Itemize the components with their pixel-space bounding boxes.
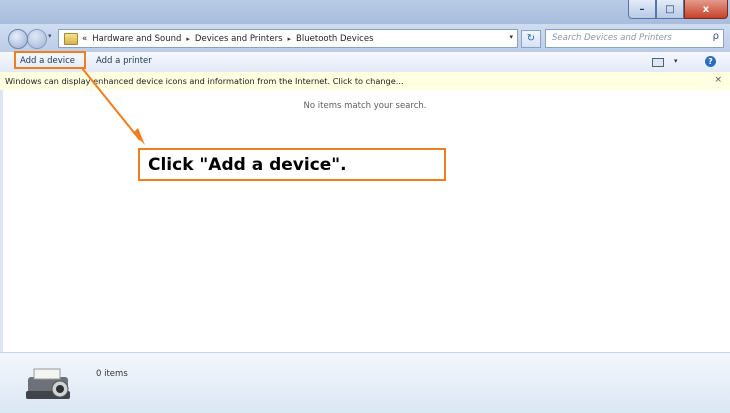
annotation-text: Click "Add a device". <box>148 155 347 175</box>
breadcrumb-overflow[interactable]: « <box>82 34 87 44</box>
minimize-button[interactable]: – <box>628 0 656 19</box>
view-options-dropdown-icon[interactable]: ▾ <box>674 57 678 65</box>
window-controls: – □ x <box>628 0 728 20</box>
help-icon[interactable]: ? <box>705 56 716 67</box>
chevron-right-icon[interactable]: ▸ <box>288 35 292 43</box>
breadcrumb-devices-and-printers[interactable]: Devices and Printers <box>195 34 283 44</box>
navigation-pane-edge <box>0 90 3 352</box>
item-count: 0 items <box>96 369 128 379</box>
info-bar[interactable]: Windows can display enhanced device icon… <box>0 72 730 91</box>
forward-button[interactable] <box>27 29 47 49</box>
address-row: ▾ « Hardware and Sound ▸ Devices and Pri… <box>0 24 730 52</box>
close-button[interactable]: x <box>684 0 728 19</box>
breadcrumb-hardware-and-sound[interactable]: Hardware and Sound <box>92 34 181 44</box>
address-bar[interactable]: « Hardware and Sound ▸ Devices and Print… <box>58 29 518 48</box>
info-bar-message[interactable]: Windows can display enhanced device icon… <box>5 76 404 86</box>
empty-message: No items match your search. <box>303 101 427 111</box>
search-placeholder: Search Devices and Printers <box>552 33 672 43</box>
control-panel-icon <box>64 32 78 45</box>
maximize-button[interactable]: □ <box>656 0 684 19</box>
add-device-highlight <box>14 51 86 69</box>
title-bar: – □ x <box>0 0 730 24</box>
refresh-button[interactable]: ↻ <box>521 30 541 48</box>
command-bar: Add a device Add a printer ▾ ? <box>0 52 730 73</box>
search-input[interactable]: Search Devices and Printers ρ <box>545 29 724 48</box>
change-view-icon[interactable] <box>652 58 664 67</box>
search-icon[interactable]: ρ <box>713 31 719 42</box>
close-icon[interactable]: × <box>714 75 722 85</box>
add-printer-button[interactable]: Add a printer <box>96 56 152 66</box>
breadcrumb-bluetooth-devices[interactable]: Bluetooth Devices <box>296 34 373 44</box>
recent-pages-dropdown-icon[interactable]: ▾ <box>48 32 52 40</box>
details-pane: 0 items <box>0 352 730 413</box>
address-dropdown-icon[interactable]: ▾ <box>509 33 513 41</box>
chevron-right-icon[interactable]: ▸ <box>186 35 190 43</box>
annotation-callout: Click "Add a device". <box>138 148 446 181</box>
back-button[interactable] <box>8 29 28 49</box>
printer-camera-icon <box>26 368 70 399</box>
device-list-area[interactable]: No items match your search. <box>0 90 730 352</box>
